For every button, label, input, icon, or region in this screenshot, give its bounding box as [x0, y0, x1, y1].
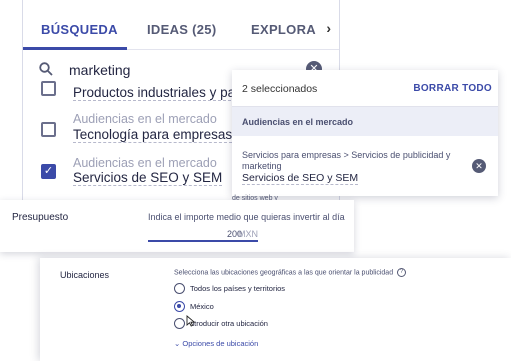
budget-input[interactable]: 200 MXN [148, 226, 258, 242]
selected-audiences-panel: 2 seleccionados BORRAR TODO Audiencias e… [232, 70, 498, 196]
locations-title: Ubicaciones [60, 270, 110, 280]
radio-label: Todos los países y territorios [190, 284, 286, 293]
location-options-toggle[interactable]: ⌄ Opciones de ubicación [174, 339, 258, 348]
location-options-label: Opciones de ubicación [182, 339, 259, 348]
selected-item-path: Servicios para empresas > Servicios de p… [242, 150, 451, 171]
option-name: Tecnología para empresas [73, 127, 233, 143]
selected-count: 2 seleccionados [242, 83, 318, 95]
chevron-down-icon: ⌄ [174, 339, 181, 348]
option-category: Audiencias en el mercado [73, 112, 217, 126]
locations-hint: Selecciona las ubicaciones geográficas a… [174, 268, 407, 277]
budget-hint: Indica el importe medio que quieras inve… [148, 212, 345, 222]
clear-all-button[interactable]: BORRAR TODO [413, 83, 492, 94]
selected-group-label: Audiencias en el mercado [242, 117, 354, 127]
option-name: Servicios de SEO y SEM [73, 170, 223, 186]
tab-ideas[interactable]: IDEAS (25) [147, 22, 216, 37]
checkbox[interactable] [41, 122, 56, 137]
locations-hint-text: Selecciona las ubicaciones geográficas a… [174, 269, 394, 277]
tab-search[interactable]: BÚSQUEDA [41, 22, 118, 37]
search-icon [39, 62, 53, 76]
radio-label: ntroducir otra ubicación [190, 319, 268, 328]
search-input[interactable]: marketing [69, 62, 130, 78]
checkbox-checked[interactable]: ✓ [41, 164, 56, 179]
tab-explore[interactable]: EXPLORA [251, 22, 316, 37]
budget-panel: Presupuesto Indica el importe medio que … [0, 200, 354, 252]
selected-item-name: Servicios de SEO y SEM [242, 172, 359, 185]
option-category: Audiencias en el mercado [73, 156, 217, 170]
help-icon[interactable]: ? [397, 268, 407, 277]
budget-title: Presupuesto [12, 212, 69, 223]
radio-label: México [190, 302, 214, 311]
locations-panel: Ubicaciones Selecciona las ubicaciones g… [40, 258, 511, 361]
tab-bar: BÚSQUEDA IDEAS (25) EXPLORA › [23, 0, 339, 50]
budget-unit: MXN [238, 229, 258, 239]
radio-mexico[interactable] [174, 301, 185, 312]
stage: BÚSQUEDA IDEAS (25) EXPLORA › marketing … [0, 0, 511, 361]
close-icon[interactable]: ✕ [472, 159, 486, 173]
chevron-right-icon[interactable]: › [326, 20, 331, 36]
checkbox[interactable] [41, 81, 56, 96]
radio-all-countries[interactable] [174, 283, 185, 294]
radio-other-location[interactable] [174, 318, 185, 329]
mouse-pointer-icon [186, 315, 196, 327]
selected-group-header: Audiencias en el mercado [232, 106, 498, 136]
